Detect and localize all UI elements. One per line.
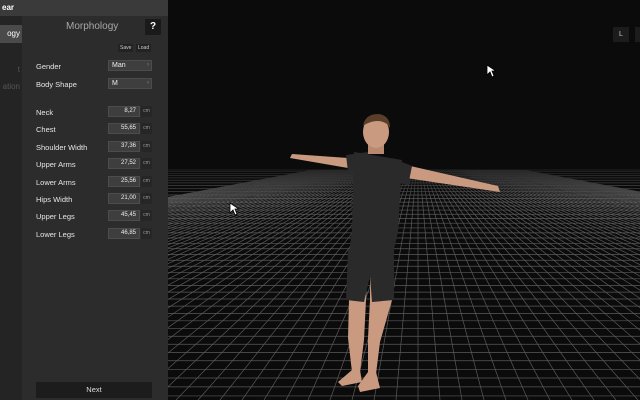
body-shape-value: M: [112, 80, 118, 87]
next-button[interactable]: Next: [36, 382, 152, 398]
shoulder-width-input[interactable]: 37,36: [108, 141, 140, 152]
gender-value: Man: [112, 62, 126, 69]
upper-legs-label: Upper Legs: [36, 212, 75, 221]
hips-width-input[interactable]: 21,00: [108, 193, 140, 204]
body-shape-label: Body Shape: [36, 80, 77, 89]
app-title: ear: [2, 3, 15, 12]
upper-legs-input[interactable]: 45,45: [108, 210, 140, 221]
left-nav-strip: ogy t ation: [0, 0, 22, 400]
chest-unit: cm: [141, 123, 152, 134]
body-shape-select[interactable]: M ›: [108, 78, 152, 89]
nav-item-hidden-1[interactable]: t: [18, 65, 20, 74]
lower-arms-label: Lower Arms: [36, 178, 76, 187]
nav-tab-morphology[interactable]: ogy: [0, 25, 22, 43]
upper-legs-unit: cm: [141, 210, 152, 221]
upper-arms-input[interactable]: 27,52: [108, 158, 140, 169]
human-avatar[interactable]: [168, 0, 640, 400]
chest-label: Chest: [36, 125, 56, 134]
load-button[interactable]: Load: [136, 44, 152, 52]
shoulder-width-label: Shoulder Width: [36, 143, 88, 152]
nav-item-hidden-2[interactable]: ation: [3, 82, 20, 91]
chevron-right-icon: ›: [147, 80, 149, 86]
neck-unit: cm: [141, 106, 152, 117]
lower-arms-input[interactable]: 25,56: [108, 176, 140, 187]
view-button-l[interactable]: L: [613, 27, 629, 42]
lower-legs-unit: cm: [141, 228, 152, 239]
3d-viewport[interactable]: L: [168, 0, 640, 400]
help-button[interactable]: ?: [145, 19, 161, 35]
chest-input[interactable]: 55,65: [108, 123, 140, 134]
panel-title: Morphology: [66, 21, 119, 32]
cursor-pointer-icon: [486, 64, 496, 78]
lower-legs-input[interactable]: 46,85: [108, 228, 140, 239]
shoulder-width-unit: cm: [141, 141, 152, 152]
gender-select[interactable]: Man ›: [108, 60, 152, 71]
hips-width-label: Hips Width: [36, 195, 73, 204]
cursor-pointer-icon: [229, 202, 239, 216]
upper-arms-label: Upper Arms: [36, 160, 76, 169]
view-button-partial[interactable]: [635, 27, 640, 42]
hips-width-unit: cm: [141, 193, 152, 204]
morphology-panel: ear Morphology ? Save Load Gender Man › …: [2, 0, 168, 400]
gender-label: Gender: [36, 62, 62, 71]
lower-arms-unit: cm: [141, 176, 152, 187]
neck-label: Neck: [36, 108, 54, 117]
lower-legs-label: Lower Legs: [36, 230, 75, 239]
neck-input[interactable]: 8,27: [108, 106, 140, 117]
upper-arms-unit: cm: [141, 158, 152, 169]
chevron-right-icon: ›: [147, 62, 149, 68]
save-button[interactable]: Save: [118, 44, 134, 52]
